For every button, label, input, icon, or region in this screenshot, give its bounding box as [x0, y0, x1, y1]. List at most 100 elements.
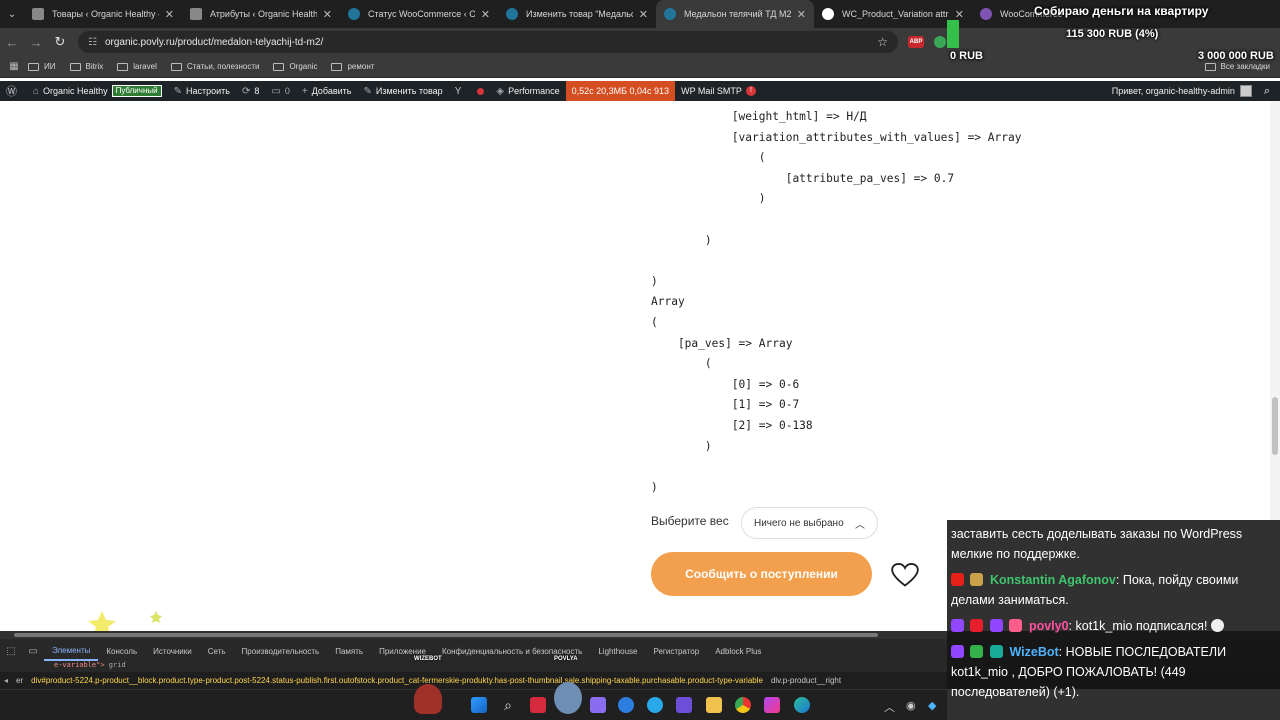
heart-badge-icon	[1009, 619, 1023, 632]
folder-icon	[69, 62, 81, 71]
close-icon[interactable]: ✕	[797, 8, 806, 21]
devtools-tab[interactable]: Lighthouse	[590, 641, 645, 661]
user-greeting[interactable]: Привет, organic-healthy-admin	[1106, 81, 1258, 101]
devtools-tab[interactable]: Консоль	[98, 641, 145, 661]
home-icon: ⌂	[33, 85, 40, 97]
devtools-tab[interactable]: Память	[327, 641, 371, 661]
reload-button[interactable]: ↻	[48, 34, 72, 50]
close-icon[interactable]: ✕	[955, 8, 964, 21]
bookmark-folder[interactable]: laravel	[117, 62, 157, 71]
bookmark-folder[interactable]: Organic	[273, 62, 317, 71]
add-new-link[interactable]: + Добавить	[296, 81, 358, 101]
star-decoration-icon	[88, 611, 162, 631]
wp-logo-icon[interactable]: Ⓦ	[0, 81, 27, 101]
site-name-link[interactable]: ⌂ Organic Healthy Публичный	[27, 81, 168, 101]
address-bar[interactable]: ☷ organic.povly.ru/product/medalon-telya…	[78, 31, 898, 53]
inspect-icon[interactable]: ⬚	[0, 646, 22, 657]
devtools-tab[interactable]: Источники	[145, 641, 200, 661]
close-icon[interactable]: ✕	[323, 8, 332, 21]
twitch-icon	[951, 645, 964, 658]
telegram-icon[interactable]	[647, 697, 663, 713]
heart-icon[interactable]	[891, 562, 919, 588]
updates-link[interactable]: ⟳ 8	[236, 81, 265, 101]
scrollbar-thumb[interactable]	[1272, 397, 1278, 455]
bookmark-folder[interactable]: Статьи, полезности	[170, 62, 260, 71]
bookmark-folder[interactable]: ремонт	[331, 62, 374, 71]
tray-icon[interactable]: ◉	[906, 699, 916, 712]
performance-link[interactable]: ◈ Performance	[490, 81, 565, 101]
notify-button[interactable]: Сообщить о поступлении	[651, 552, 872, 596]
tab-search-button[interactable]: ⌄	[0, 0, 24, 28]
start-icon[interactable]	[471, 697, 487, 713]
close-icon[interactable]: ✕	[481, 8, 490, 21]
forward-button[interactable]: →	[24, 35, 48, 50]
camera-icon	[970, 619, 984, 632]
device-toggle-icon[interactable]: ▭	[22, 646, 44, 657]
bookmark-star-icon[interactable]: ☆	[877, 35, 888, 49]
app-icon[interactable]	[618, 697, 634, 713]
bookmark-folder[interactable]: Bitrix	[69, 62, 103, 71]
folder-icon	[1204, 62, 1216, 71]
edge-icon[interactable]	[794, 697, 810, 713]
tab-favicon-icon	[822, 8, 834, 20]
devtools-tab[interactable]: Adblock Plus	[707, 641, 769, 661]
tab-favicon-icon	[506, 8, 518, 20]
chrome-icon[interactable]	[735, 697, 751, 713]
browser-tab[interactable]: Атрибуты ‹ Organic Healthy — ✕	[182, 0, 340, 28]
phpstorm-icon[interactable]	[764, 697, 780, 713]
weight-select[interactable]: Ничего не выбрано ︿	[741, 507, 878, 539]
breadcrumb-item[interactable]: er	[12, 676, 27, 685]
apps-grid-icon[interactable]: ▦	[0, 61, 28, 72]
devtools-tab[interactable]: Элементы	[44, 641, 99, 661]
breadcrumb-item[interactable]: div#product-5224.p-product__block.produc…	[27, 676, 767, 685]
status-dot[interactable]	[471, 81, 490, 101]
alert-icon: !	[745, 86, 756, 96]
back-button[interactable]: ←	[0, 35, 24, 50]
search-icon[interactable]: ⌕	[1258, 81, 1280, 101]
app-icon[interactable]	[676, 697, 692, 713]
folder-icon	[117, 62, 129, 71]
url-text: organic.povly.ru/product/medalon-telyach…	[104, 36, 324, 48]
query-monitor-stats[interactable]: 0,52с 20,3МБ 0,04с 913	[565, 81, 676, 101]
all-bookmarks-button[interactable]: Все закладки	[1204, 62, 1270, 71]
bookmark-folder[interactable]: ИИ	[28, 62, 56, 71]
tab-favicon-icon	[190, 8, 202, 20]
tab-favicon-icon	[664, 8, 676, 20]
donation-current: 115 300 RUB (4%)	[1066, 28, 1159, 40]
wp-mail-smtp-link[interactable]: WP Mail SMTP !	[675, 81, 762, 101]
bookmark-label: Статьи, полезности	[186, 62, 260, 71]
comments-link[interactable]: ▭ 0	[265, 81, 295, 101]
site-info-icon[interactable]: ☷	[88, 37, 97, 48]
app-icon[interactable]	[590, 697, 606, 713]
customize-link[interactable]: ✎ Настроить	[168, 81, 236, 101]
breadcrumb-item[interactable]: div.p-product__right	[767, 676, 845, 685]
devtools-tab[interactable]: Сеть	[200, 641, 234, 661]
tray-chevron-icon[interactable]: ︿	[884, 699, 895, 715]
twitch-icon	[951, 619, 964, 632]
browser-tab[interactable]: Товары ‹ Organic Healthy — W ✕	[24, 0, 182, 28]
close-icon[interactable]: ✕	[639, 8, 648, 21]
donation-progress-bar	[947, 20, 959, 48]
youtube-icon	[951, 573, 964, 586]
browser-tab[interactable]: Медальон телячий ТД М2 - О ✕	[656, 0, 814, 28]
choose-weight-label: Выберите вес	[651, 514, 729, 528]
devtools-tab[interactable]: Производительность	[234, 641, 328, 661]
folder-icon[interactable]	[706, 697, 722, 713]
tray-icon[interactable]: ◆	[928, 699, 936, 712]
chat-message: WizeBot: НОВЫЕ ПОСЛЕДОВАТЕЛИ kot1k_mio ,…	[951, 645, 1227, 699]
browser-tab[interactable]: Изменить товар “Медальон те ✕	[498, 0, 656, 28]
chevron-up-icon: ︿	[855, 519, 865, 531]
app-w-icon[interactable]	[530, 697, 546, 713]
devtools-tab[interactable]: Регистратор	[646, 641, 708, 661]
close-icon[interactable]: ✕	[165, 8, 174, 21]
chat-message: заставить сесть доделывать заказы по Wor…	[951, 527, 1243, 561]
edit-product-link[interactable]: ✎ Изменить товар	[357, 81, 448, 101]
adblock-extension-icon[interactable]: ABP	[908, 36, 924, 48]
shield-extension-icon[interactable]	[934, 36, 946, 48]
books-icon	[970, 573, 984, 586]
search-icon[interactable]: ⌕	[500, 697, 516, 713]
yoast-icon[interactable]: Y	[449, 81, 472, 101]
scrollbar-thumb[interactable]	[14, 633, 878, 637]
breadcrumb-back-icon[interactable]: ◂	[0, 676, 12, 685]
browser-tab[interactable]: Статус WooCommerce ‹ Organ ✕	[340, 0, 498, 28]
